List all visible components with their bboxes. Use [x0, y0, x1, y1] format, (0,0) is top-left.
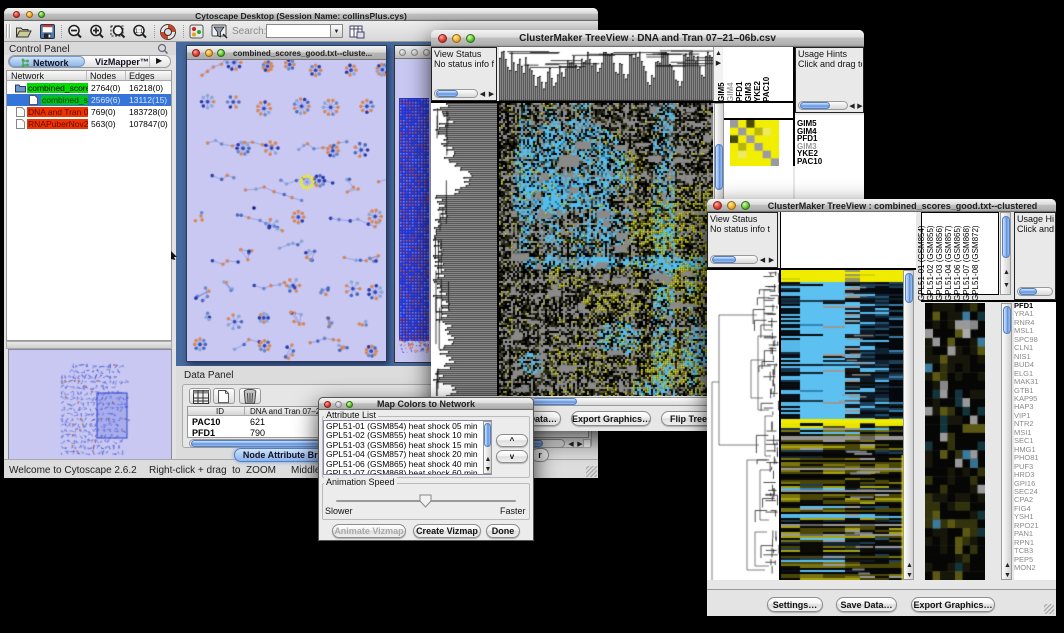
svg-text:1:1: 1:1: [135, 29, 144, 35]
